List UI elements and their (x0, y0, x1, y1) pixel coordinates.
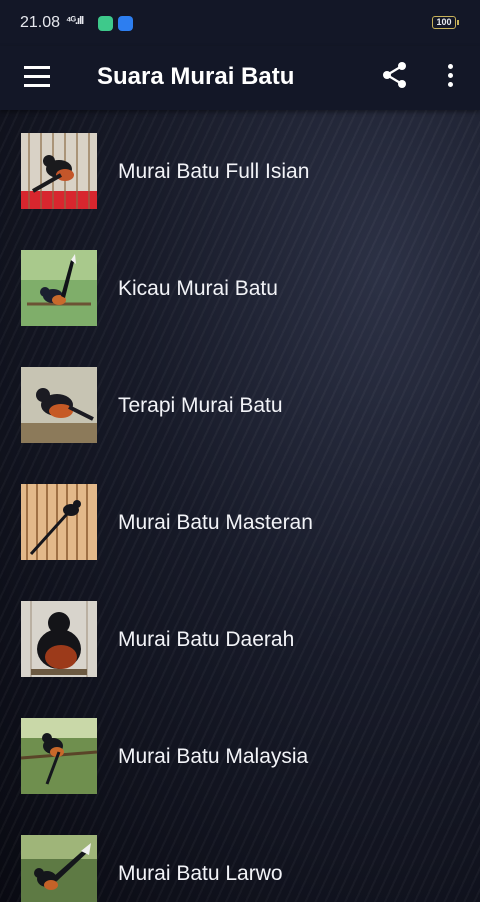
item-label: Murai Batu Masteran (118, 511, 313, 534)
list-item[interactable]: Murai Batu Masteran (0, 463, 480, 580)
bird-closeup-thumbnail (21, 601, 97, 677)
bird-on-log-thumbnail (21, 367, 97, 443)
status-time: 21.08 (20, 14, 61, 31)
hamburger-menu-icon[interactable] (24, 66, 50, 88)
list-item[interactable]: Murai Batu Full Isian (0, 112, 480, 229)
list-item[interactable]: Terapi Murai Batu (0, 346, 480, 463)
app-notification-icon (118, 16, 133, 31)
more-vertical-icon[interactable] (440, 62, 460, 90)
list-item[interactable]: Murai Batu Larwo (0, 814, 480, 902)
bird-tail-up-thumbnail (21, 835, 97, 902)
signal-icon: ⁴ᴳ.ıll (66, 15, 84, 27)
item-label: Murai Batu Malaysia (118, 745, 309, 768)
list-item[interactable]: Murai Batu Malaysia (0, 697, 480, 814)
list-item[interactable]: Murai Batu Daerah (0, 580, 480, 697)
share-icon[interactable] (380, 60, 410, 90)
list-item[interactable]: Kicau Murai Batu (0, 229, 480, 346)
bird-on-branch-thumbnail (21, 250, 97, 326)
item-label: Murai Batu Larwo (118, 862, 283, 885)
item-label: Murai Batu Full Isian (118, 160, 310, 183)
item-label: Murai Batu Daerah (118, 628, 295, 651)
item-label: Kicau Murai Batu (118, 277, 278, 300)
chat-app-icon (98, 16, 113, 31)
page-title: Suara Murai Batu (97, 63, 295, 90)
status-bar: 21.08 ⁴ᴳ.ıll 100 (0, 0, 480, 46)
battery-icon: 100 (432, 16, 459, 29)
bird-in-wooden-cage-thumbnail (21, 484, 97, 560)
item-label: Terapi Murai Batu (118, 394, 283, 417)
bird-in-cage-thumbnail (21, 133, 97, 209)
bird-in-tree-thumbnail (21, 718, 97, 794)
sound-list: Murai Batu Full Isian Kicau Murai Batu T… (0, 112, 480, 902)
app-bar: Suara Murai Batu (0, 46, 480, 110)
